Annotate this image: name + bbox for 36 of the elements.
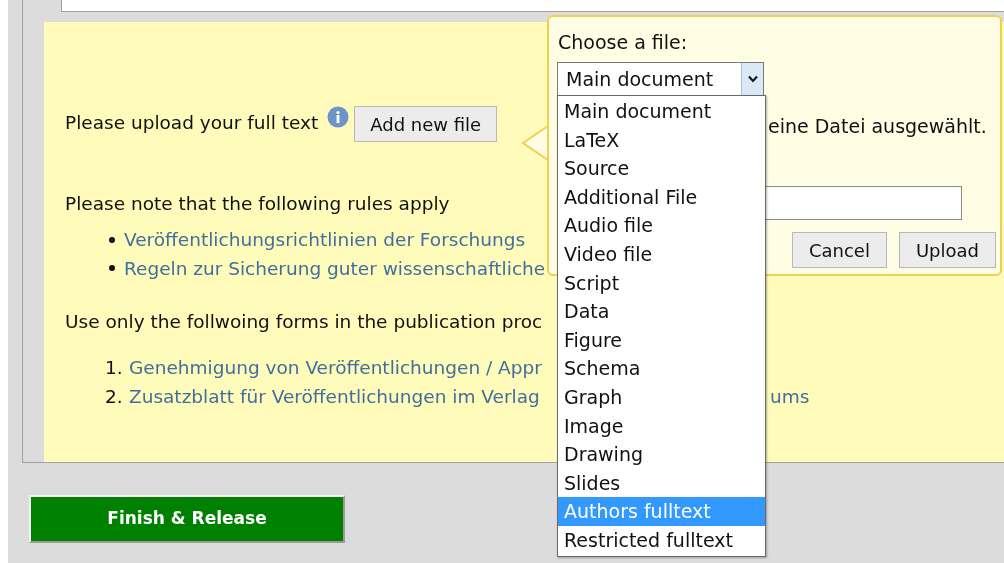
list-number: 2. [105, 384, 124, 409]
info-icon [327, 106, 350, 128]
choose-file-label: Choose a file: [558, 30, 688, 55]
dropdown-option[interactable]: Audio file [558, 211, 765, 240]
form-link[interactable]: ums [770, 382, 810, 411]
rule-link[interactable]: Regeln zur Sicherung guter wissenschaftliche [124, 254, 546, 283]
dialog-button[interactable]: Cancel [791, 232, 887, 268]
rules-heading: Please note that the following rules apply [65, 192, 450, 216]
bullet-icon [109, 236, 115, 243]
dropdown-option[interactable]: Video file [558, 239, 765, 269]
chevron-down-icon [741, 63, 763, 95]
dropdown-option[interactable]: Source [558, 154, 765, 183]
dropdown-option[interactable]: Graph [558, 382, 765, 412]
dropdown-option[interactable]: LaTeX [558, 125, 765, 155]
dropdown-option[interactable]: Main document [558, 97, 765, 126]
file-status-text: eine Datei ausgewählt. [768, 114, 987, 139]
dropdown-option[interactable]: Drawing [558, 440, 765, 469]
dialog-button[interactable]: Upload [898, 232, 996, 268]
dropdown-option[interactable]: Slides [558, 468, 765, 498]
list-number: 1. [105, 356, 124, 380]
add-file-button[interactable]: Add new file [354, 106, 498, 142]
dropdown-option[interactable]: Schema [558, 354, 765, 383]
dropdown-option[interactable]: Additional File [558, 182, 765, 212]
forms-heading: Use only the follwoing forms in the publication proc [65, 310, 543, 335]
bullet-icon [109, 265, 115, 272]
upload-label: Please upload your full text [65, 111, 319, 135]
finish-release-button[interactable]: Finish & Release [29, 495, 345, 543]
rule-link[interactable]: Veröffentlichungsrichtlinien der Forschungs [124, 225, 526, 254]
dropdown-option[interactable]: Figure [558, 325, 765, 355]
dropdown-option[interactable]: Image [558, 411, 765, 441]
dropdown-option[interactable]: Data [558, 297, 765, 326]
form-link[interactable]: Zusatzblatt für Veröffentlichungen im Verlag [129, 382, 540, 411]
form-link[interactable]: Genehmigung von Veröffentlichungen / Appr [129, 354, 542, 382]
dropdown-option[interactable]: Script [558, 268, 765, 298]
dropdown-option[interactable]: Restricted fulltext [558, 525, 765, 555]
file-type-select[interactable]: Main document [557, 62, 764, 96]
